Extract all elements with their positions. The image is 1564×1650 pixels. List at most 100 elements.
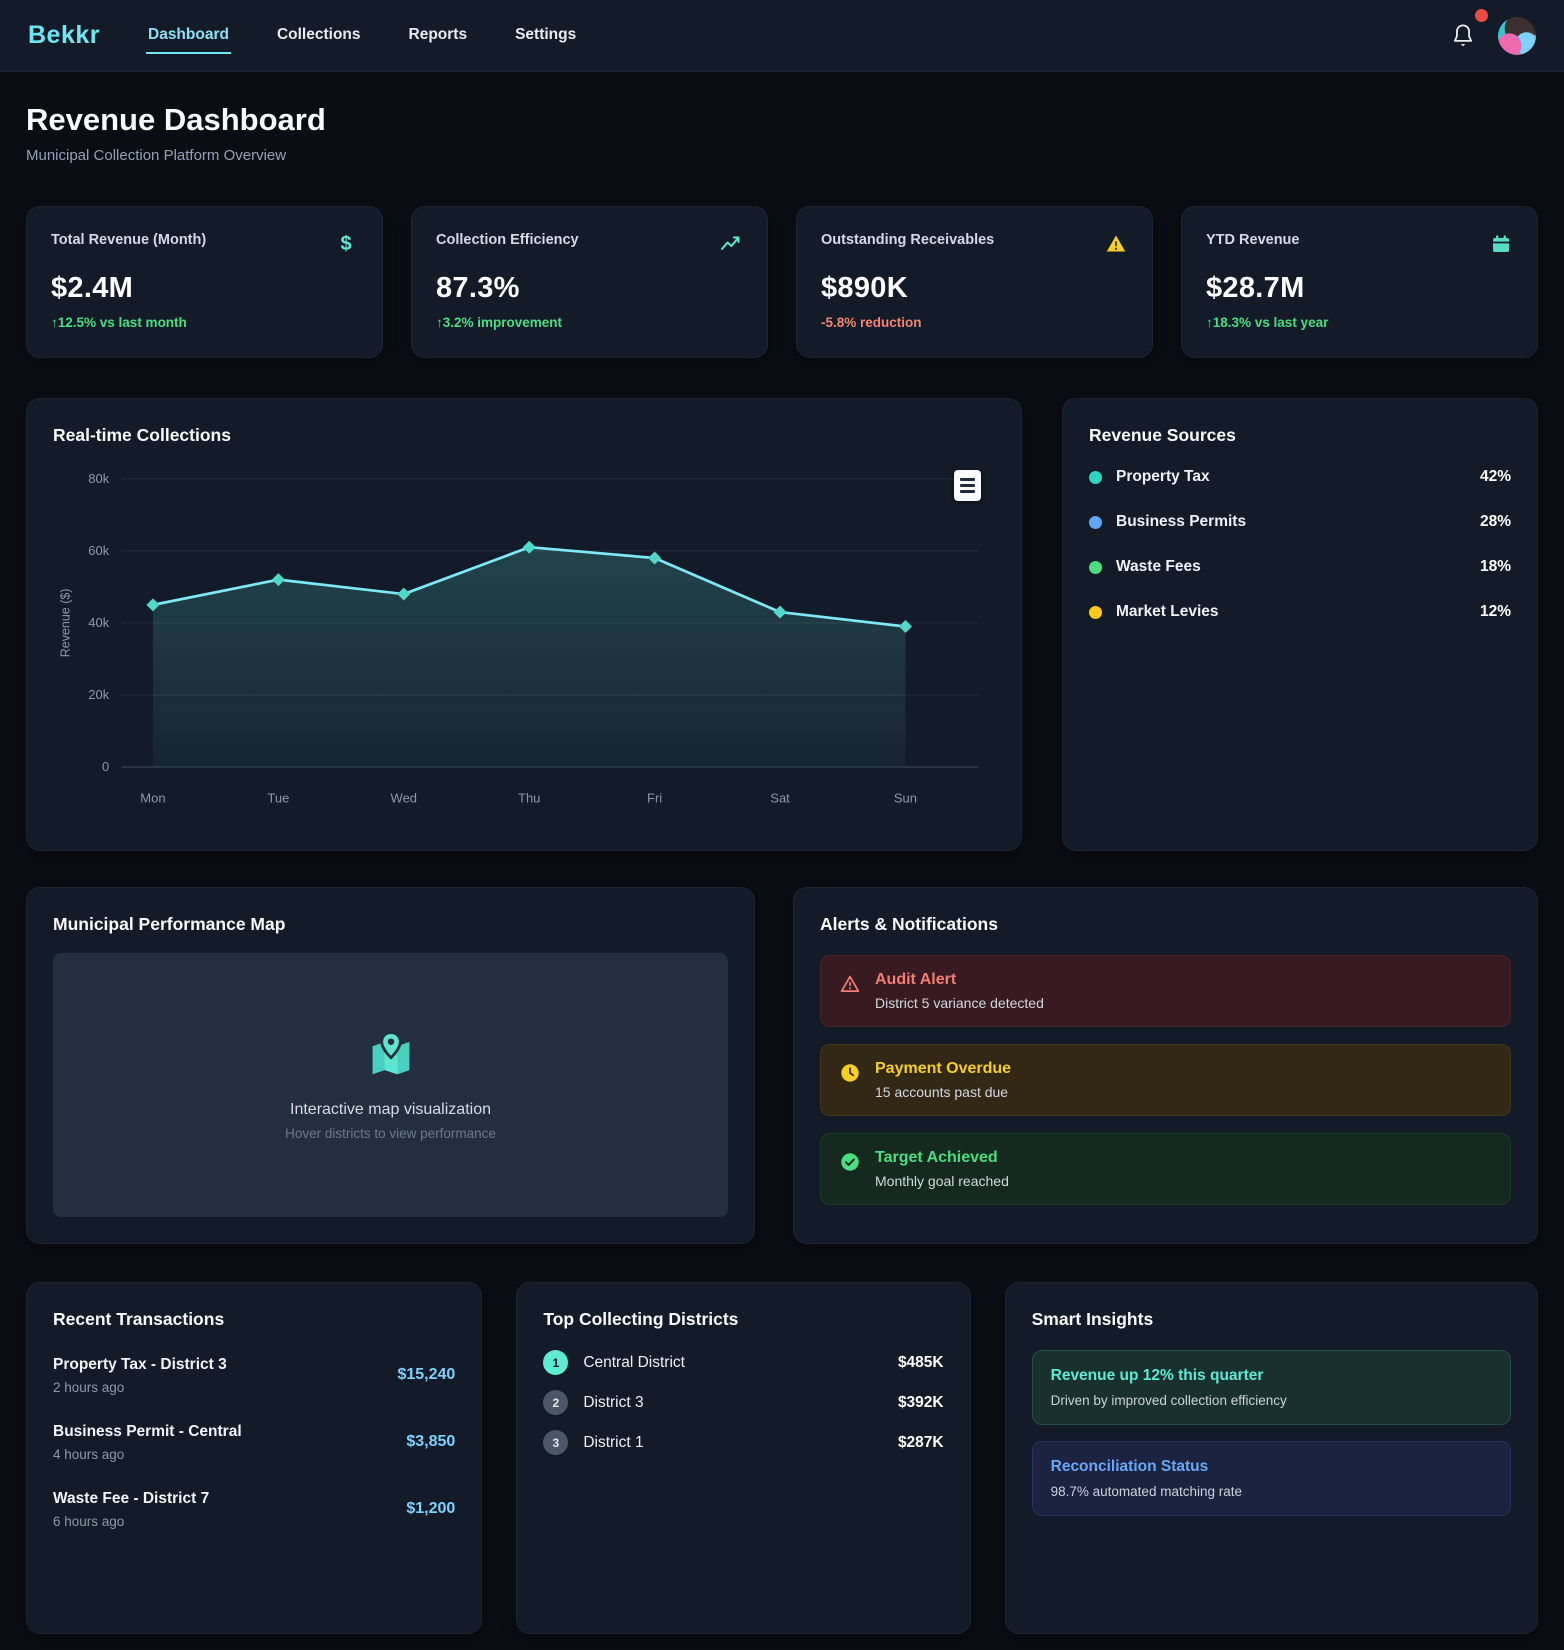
revenue-sources-list: Property Tax 42% Business Permits 28% Wa… <box>1089 468 1511 621</box>
clock-icon <box>839 1062 861 1100</box>
notifications-button[interactable] <box>1450 21 1476 51</box>
transactions-title: Recent Transactions <box>53 1309 455 1330</box>
nav-item-collections[interactable]: Collections <box>275 18 363 54</box>
map-alerts-row: Municipal Performance Map Interactive ma… <box>26 887 1538 1244</box>
legend-dot <box>1089 516 1102 529</box>
nav-items: Dashboard Collections Reports Settings <box>146 18 1450 54</box>
alert-list: Audit Alert District 5 variance detected… <box>820 955 1511 1205</box>
district-name: District 1 <box>583 1434 898 1452</box>
main-content: Revenue Dashboard Municipal Collection P… <box>0 72 1564 1650</box>
alert-audit[interactable]: Audit Alert District 5 variance detected <box>820 955 1511 1027</box>
svg-text:0: 0 <box>102 759 109 774</box>
interactive-map-area[interactable]: Interactive map visualization Hover dist… <box>53 953 728 1217</box>
svg-text:Tue: Tue <box>267 790 289 805</box>
chart-menu-icon[interactable] <box>954 470 981 501</box>
collections-chart-wrap: 020k40k60k80kMonTueWedThuFriSatSunRevenu… <box>53 460 995 824</box>
legend-dot <box>1089 561 1102 574</box>
revenue-sources-panel: Revenue Sources Property Tax 42% Busines… <box>1062 398 1538 851</box>
svg-text:Mon: Mon <box>140 790 165 805</box>
top-navbar: Bekkr Dashboard Collections Reports Sett… <box>0 0 1564 72</box>
stat-label: YTD Revenue <box>1206 232 1299 248</box>
alert-triangle-icon <box>839 973 861 1011</box>
transaction-row[interactable]: Property Tax - District 3 2 hours ago $1… <box>53 1356 455 1395</box>
stat-card-total-revenue: Total Revenue (Month) $ $2.4M ↑12.5% vs … <box>26 206 383 358</box>
chart-title: Real-time Collections <box>53 425 995 446</box>
stat-label: Outstanding Receivables <box>821 232 994 248</box>
alert-title: Payment Overdue <box>875 1060 1011 1078</box>
transaction-amount: $1,200 <box>406 1500 455 1518</box>
transaction-amount: $15,240 <box>397 1366 455 1384</box>
calendar-icon <box>1489 232 1513 256</box>
revenue-sources-title: Revenue Sources <box>1089 425 1511 446</box>
stat-label: Total Revenue (Month) <box>51 232 206 248</box>
stat-card-collection-efficiency: Collection Efficiency 87.3% ↑3.2% improv… <box>411 206 768 358</box>
district-row[interactable]: 3 District 1 $287K <box>543 1430 943 1455</box>
alerts-title: Alerts & Notifications <box>820 914 1511 935</box>
map-pin-icon <box>365 1030 417 1087</box>
stat-delta: ↑18.3% vs last year <box>1206 315 1513 330</box>
transaction-row[interactable]: Business Permit - Central 4 hours ago $3… <box>53 1423 455 1462</box>
rank-badge: 2 <box>543 1390 568 1415</box>
stats-row: Total Revenue (Month) $ $2.4M ↑12.5% vs … <box>26 206 1538 358</box>
svg-text:20k: 20k <box>88 687 109 702</box>
districts-title: Top Collecting Districts <box>543 1309 943 1330</box>
svg-text:40k: 40k <box>88 615 109 630</box>
bottom-row: Recent Transactions Property Tax - Distr… <box>26 1282 1538 1634</box>
rank-badge: 3 <box>543 1430 568 1455</box>
alert-payment-overdue[interactable]: Payment Overdue 15 accounts past due <box>820 1044 1511 1116</box>
nav-item-reports[interactable]: Reports <box>407 18 470 54</box>
stat-card-ytd-revenue: YTD Revenue $28.7M ↑18.3% vs last year <box>1181 206 1538 358</box>
source-percentage: 18% <box>1480 558 1511 576</box>
alert-description: District 5 variance detected <box>875 995 1044 1011</box>
insight-description: 98.7% automated matching rate <box>1051 1484 1492 1499</box>
stat-value: $28.7M <box>1206 272 1513 305</box>
bell-icon <box>1450 38 1476 55</box>
transaction-name: Waste Fee - District 7 <box>53 1490 209 1508</box>
stat-card-outstanding-receivables: Outstanding Receivables $890K -5.8% redu… <box>796 206 1153 358</box>
svg-text:60k: 60k <box>88 543 109 558</box>
trend-icon <box>719 232 743 256</box>
legend-dot <box>1089 471 1102 484</box>
source-label: Market Levies <box>1116 603 1480 621</box>
alert-target-achieved[interactable]: Target Achieved Monthly goal reached <box>820 1133 1511 1205</box>
svg-text:Sat: Sat <box>770 790 790 805</box>
alert-description: Monthly goal reached <box>875 1173 1009 1189</box>
warning-icon <box>1104 232 1128 256</box>
insight-title: Revenue up 12% this quarter <box>1051 1367 1492 1385</box>
districts-list: 1 Central District $485K 2 District 3 $3… <box>543 1350 943 1455</box>
source-row-waste-fees: Waste Fees 18% <box>1089 558 1511 576</box>
transaction-row[interactable]: Waste Fee - District 7 6 hours ago $1,20… <box>53 1490 455 1529</box>
collections-area-chart: 020k40k60k80kMonTueWedThuFriSatSunRevenu… <box>53 460 995 819</box>
brand-logo[interactable]: Bekkr <box>28 21 100 50</box>
svg-text:Revenue ($): Revenue ($) <box>59 589 73 658</box>
transaction-time: 2 hours ago <box>53 1380 227 1395</box>
nav-item-dashboard[interactable]: Dashboard <box>146 18 231 54</box>
transaction-time: 6 hours ago <box>53 1514 209 1529</box>
nav-item-settings[interactable]: Settings <box>513 18 578 54</box>
map-placeholder-subtitle: Hover districts to view performance <box>285 1126 496 1141</box>
stat-value: $890K <box>821 272 1128 305</box>
alert-description: 15 accounts past due <box>875 1084 1011 1100</box>
notification-dot <box>1475 9 1488 22</box>
rank-badge: 1 <box>543 1350 568 1375</box>
nav-right <box>1450 17 1536 55</box>
source-row-property-tax: Property Tax 42% <box>1089 468 1511 486</box>
stat-delta: ↑3.2% improvement <box>436 315 743 330</box>
source-row-business-permits: Business Permits 28% <box>1089 513 1511 531</box>
svg-text:Fri: Fri <box>647 790 662 805</box>
svg-text:Sun: Sun <box>894 790 917 805</box>
alert-title: Audit Alert <box>875 971 1044 989</box>
district-name: District 3 <box>583 1394 898 1412</box>
insight-description: Driven by improved collection efficiency <box>1051 1393 1492 1408</box>
chart-row: Real-time Collections 0 20k 40k 60k 80k Mon Tu… <box>26 398 1538 851</box>
dollar-icon: $ <box>334 232 358 256</box>
stat-value: 87.3% <box>436 272 743 305</box>
source-percentage: 12% <box>1480 603 1511 621</box>
district-row[interactable]: 1 Central District $485K <box>543 1350 943 1375</box>
svg-text:80k: 80k <box>88 471 109 486</box>
insight-reconciliation: Reconciliation Status 98.7% automated ma… <box>1032 1441 1511 1516</box>
district-row[interactable]: 2 District 3 $392K <box>543 1390 943 1415</box>
user-avatar[interactable] <box>1498 17 1536 55</box>
page-title: Revenue Dashboard <box>26 102 1538 138</box>
source-label: Business Permits <box>1116 513 1480 531</box>
